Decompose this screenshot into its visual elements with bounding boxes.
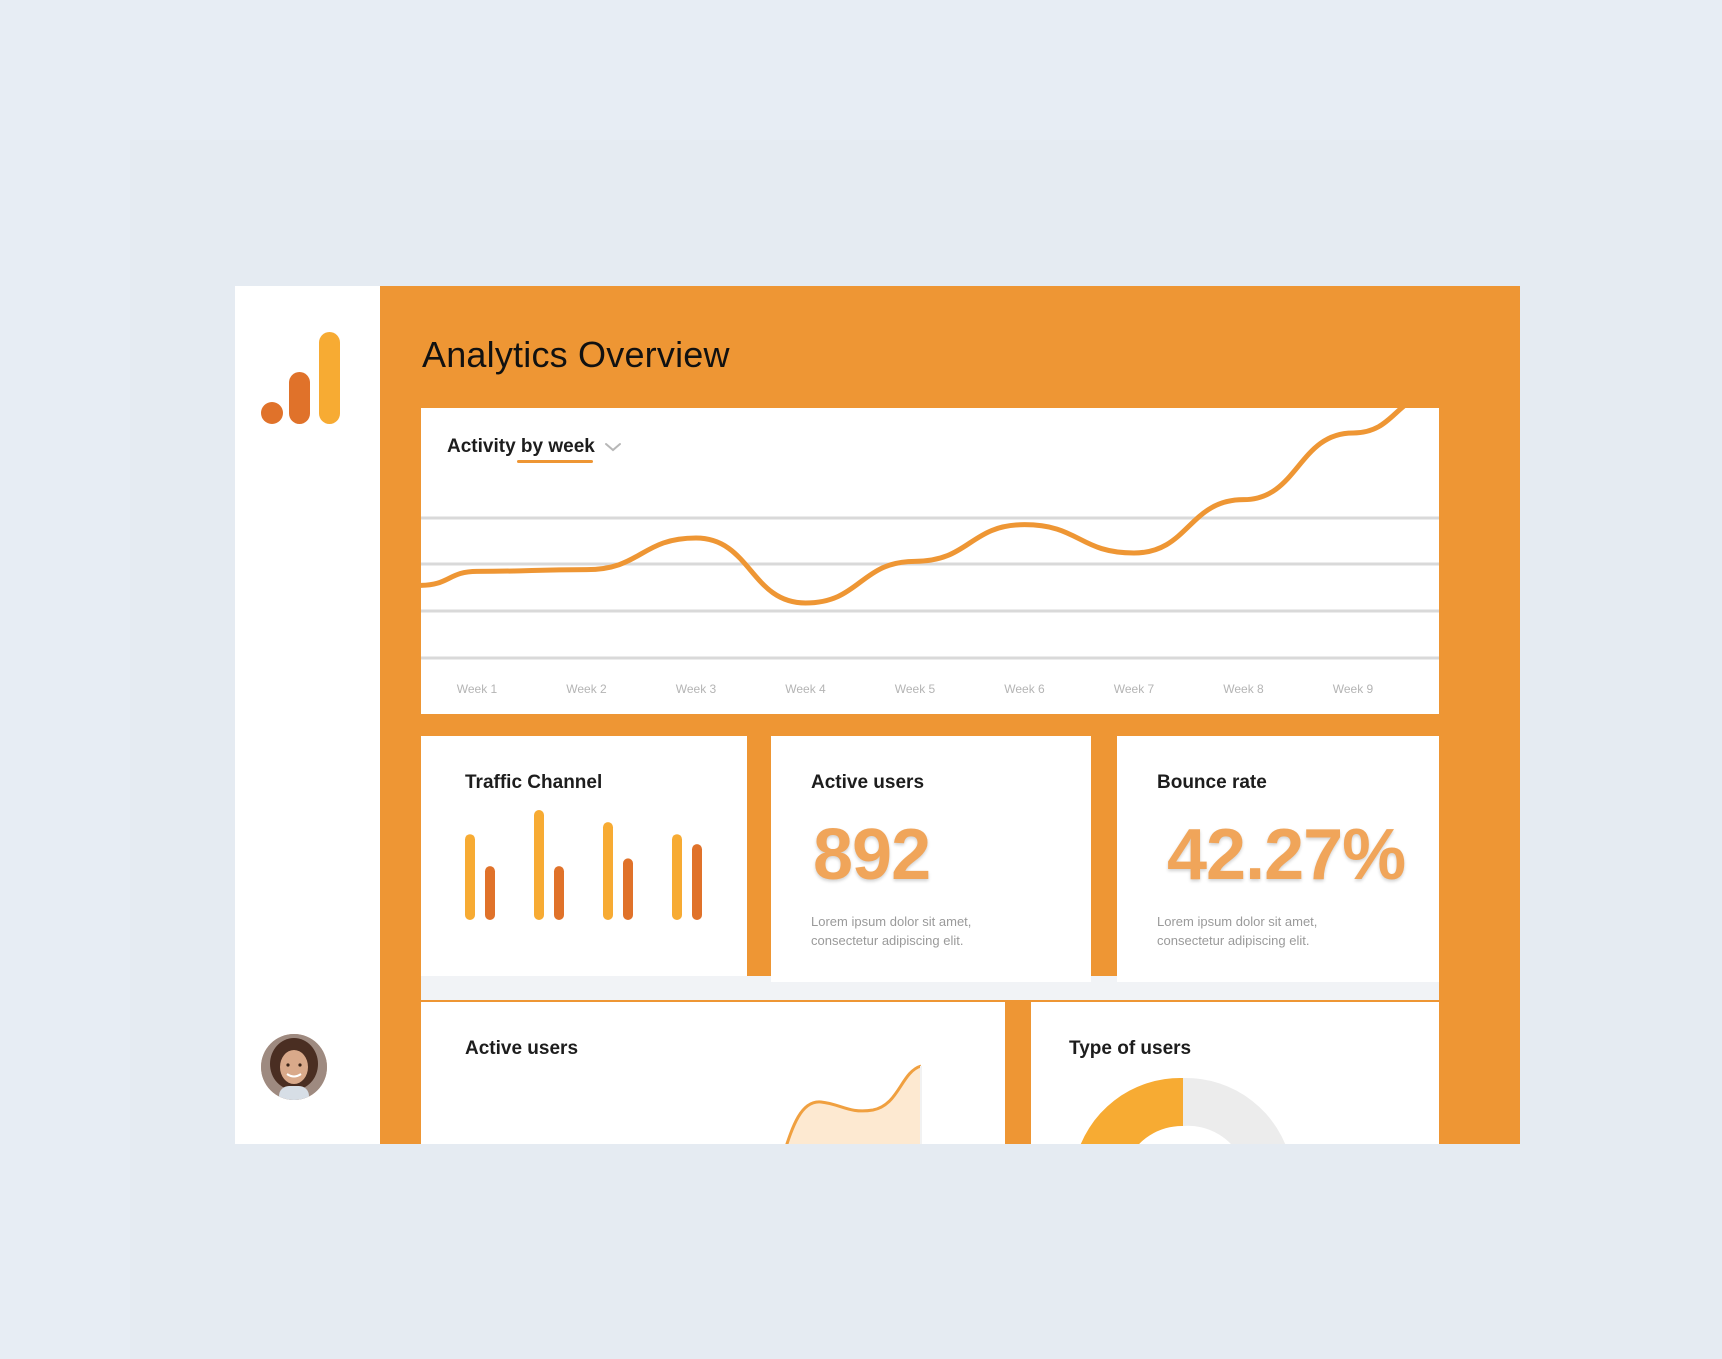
traffic-bar: [554, 866, 564, 920]
traffic-bar: [672, 834, 682, 920]
type-of-users-donut-chart: [1080, 1077, 1286, 1144]
active-users-value: 892: [813, 815, 931, 895]
activity-x-tick-label: Week 2: [566, 682, 607, 696]
user-avatar[interactable]: [261, 1034, 327, 1100]
active-users-title: Active users: [811, 772, 925, 793]
donut-segment-primary: [1080, 1077, 1183, 1144]
bounce-rate-description-line2: consectetur adipiscing elit.: [1157, 933, 1310, 948]
activity-x-tick-label: Week 7: [1114, 682, 1155, 696]
activity-x-tick-label: Week 1: [457, 682, 498, 696]
active-users-card: Active users 892 Lorem ipsum dolor sit a…: [771, 736, 1091, 982]
active-users-area-chart: [785, 1064, 922, 1144]
activity-card: Activity by week Week 1 Week 2 Week 3 Week …: [421, 408, 1439, 714]
main-content: Analytics Overview Activity by week Week…: [380, 286, 1520, 1144]
active-users-description: Lorem ipsum dolor sit amet, consectetur …: [811, 912, 1011, 950]
activity-series-line: [421, 408, 1406, 606]
bounce-rate-description-line1: Lorem ipsum dolor sit amet,: [1157, 914, 1318, 929]
activity-x-tick-label: Week 8: [1223, 682, 1264, 696]
traffic-bar: [623, 858, 633, 920]
traffic-bar: [534, 810, 544, 920]
avatar-portrait-icon: [261, 1034, 327, 1100]
activity-x-tick-label: Week 3: [676, 682, 717, 696]
donut-segment-secondary: [1183, 1077, 1286, 1144]
bounce-rate-card: Bounce rate 42.27% Lorem ipsum dolor sit…: [1117, 736, 1439, 982]
traffic-bar: [603, 822, 613, 920]
active-users-description-line1: Lorem ipsum dolor sit amet,: [811, 914, 972, 929]
traffic-bar: [692, 844, 702, 920]
active-users-area-edge: [920, 1066, 922, 1144]
active-users-chart-card: Active users: [421, 1002, 1005, 1144]
traffic-channel-card: Traffic Channel: [421, 736, 747, 976]
traffic-bar-chart: [465, 810, 702, 920]
activity-x-tick-label: Week 6: [1004, 682, 1045, 696]
bounce-rate-value: 42.27%: [1167, 815, 1406, 895]
bounce-rate-description: Lorem ipsum dolor sit amet, consectetur …: [1157, 912, 1357, 950]
activity-x-tick-label: Week 5: [895, 682, 936, 696]
bounce-rate-title: Bounce rate: [1157, 772, 1267, 793]
page-title: Analytics Overview: [422, 334, 730, 375]
active-users-area-fill: [786, 1066, 921, 1144]
active-users-description-line2: consectetur adipiscing elit.: [811, 933, 964, 948]
bar-chart-logo-icon[interactable]: [261, 332, 343, 424]
activity-line-chart: Week 1 Week 2 Week 3 Week 4 Week 5 Week 6 Week…: [421, 408, 1439, 696]
activity-x-tick-label: Week 4: [785, 682, 826, 696]
traffic-bar: [465, 834, 475, 920]
activity-x-tick-label: Week 9: [1333, 682, 1374, 696]
sidebar: [235, 286, 380, 1144]
type-of-users-card: Type of users: [1031, 1002, 1439, 1144]
traffic-bar: [485, 866, 495, 920]
dashboard-window: Analytics Overview Activity by week Week…: [235, 286, 1520, 1144]
